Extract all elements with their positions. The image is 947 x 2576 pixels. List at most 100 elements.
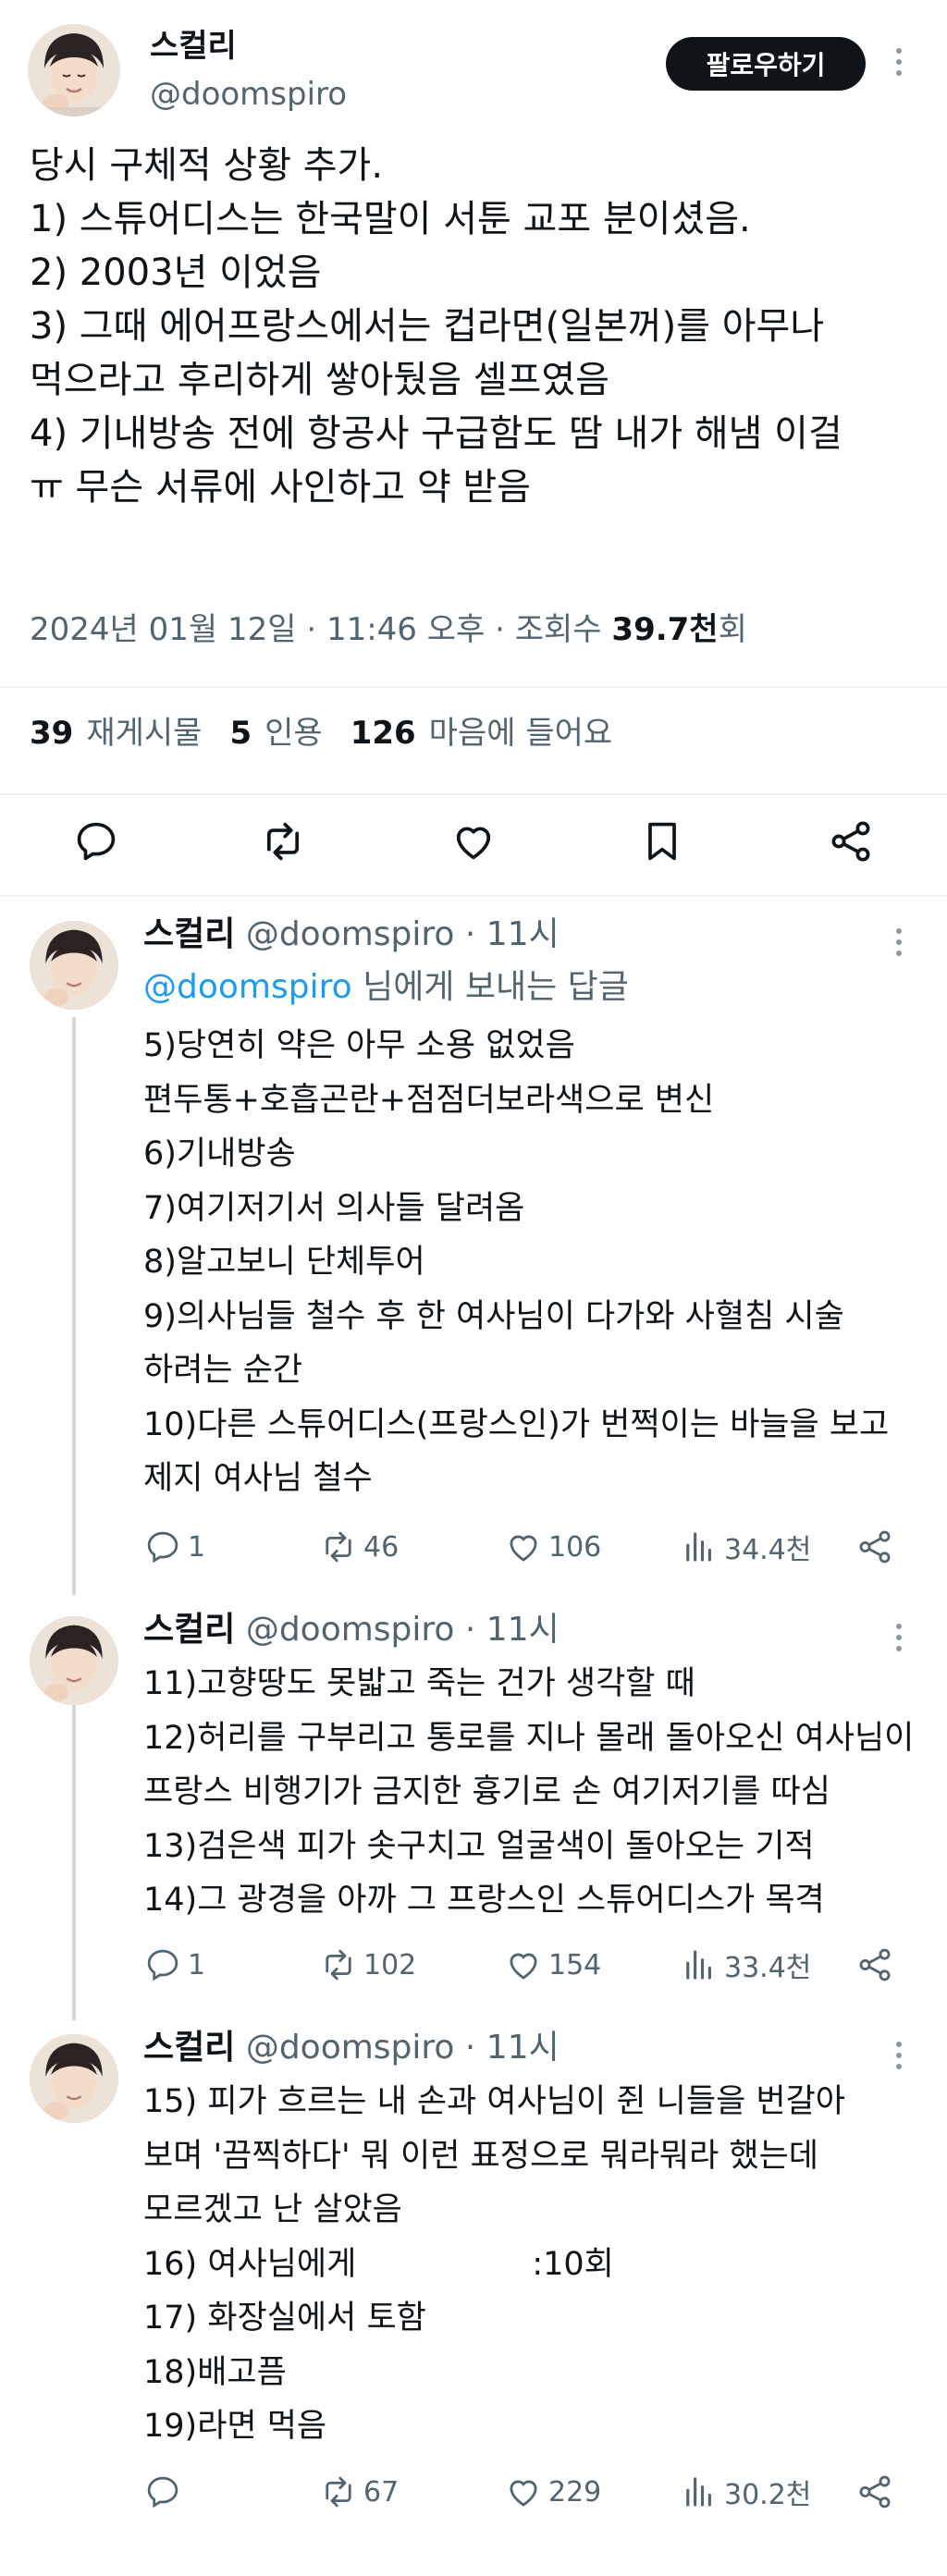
reply-action-bar: 1 46 106 34.4천 [143,1519,920,1575]
tweet-time[interactable]: 11:46 오후 [326,611,485,648]
reply-button[interactable]: 1 [143,1937,205,1993]
reply-time[interactable]: · 11시 [454,1611,560,1649]
reply-time[interactable]: · 11시 [454,2029,560,2067]
reply-time[interactable]: · 11시 [454,915,560,953]
quotes-label[interactable]: 인용 [264,715,323,752]
views-chart-icon [686,1532,711,1562]
reply-header: 스컬리 @doomspiro · 11시 [143,1607,560,1653]
tweet-date[interactable]: 2024년 01월 12일 [30,611,297,648]
like-count: 229 [548,2475,602,2509]
views-label: 조회수 [514,611,612,648]
quotes-count[interactable]: 5 [229,715,252,752]
tweet-text-line: 당시 구체적 상황 추가. [30,144,384,187]
avatar-face-icon [30,921,118,1010]
avatar-face-icon [30,1616,118,1705]
reply-count: 1 [188,1948,206,1981]
divider [0,895,947,897]
like-count: 154 [548,1948,602,1981]
reposts-label[interactable]: 재게시물 [86,715,202,752]
like-button[interactable]: 106 [504,1519,601,1575]
bookmark-icon[interactable] [638,817,686,865]
repost-count: 102 [363,1948,417,1981]
reposts-count[interactable]: 39 [30,715,73,752]
views-button[interactable]: 34.4천 [680,1519,811,1575]
more-options-icon[interactable] [895,2042,903,2075]
repost-button[interactable]: 67 [319,2464,399,2520]
repost-count: 67 [363,2475,400,2509]
views-chart-icon [686,1950,711,1980]
author-avatar[interactable] [28,24,120,117]
tweet-text-line: 1) 스튜어디스는 한국말이 서툰 교포 분이셨음. [30,198,751,240]
reply-text-line: 17) 화장실에서 토함 [143,2300,426,2337]
views-suffix: 회 [718,611,747,648]
like-button[interactable]: 229 [504,2464,601,2520]
like-icon [510,2480,537,2507]
reply-text-line: 8)알고보니 단체투어 [143,1244,425,1281]
reply-author-name[interactable]: 스컬리 [143,2029,235,2067]
reply-avatar[interactable] [30,2034,118,2123]
likes-label[interactable]: 마음에 들어요 [429,715,613,752]
share-button[interactable] [855,1519,900,1575]
reply-text-line: 11)고향땅도 못밟고 죽는 건가 생각할 때 [143,1665,695,1702]
share-icon [859,1948,891,1981]
views-button[interactable]: 33.4천 [680,1937,811,1993]
reply-text-line: 편두통+호흡곤란+점점더보라색으로 변신 [143,1081,715,1119]
more-options-icon[interactable] [895,1624,903,1657]
divider [0,793,947,795]
avatar-face-icon [28,24,120,117]
reply-author-handle[interactable]: @doomspiro [246,1611,455,1649]
tweet-meta: 2024년 01월 12일 · 11:46 오후 · 조회수 39.7천회 [30,604,747,656]
avatar-face-icon [30,2034,118,2123]
reply-text-line: 프랑스 비행기가 금지한 흉기로 손 여기저기를 따심 [143,1773,830,1810]
repost-icon[interactable] [259,817,307,865]
view-count: 34.4천 [724,1534,812,1566]
engagement-stats: 39 재게시물 5 인용 126 마음에 들어요 [30,707,612,759]
reply-button[interactable]: 1 [143,1519,205,1575]
more-options-icon[interactable] [895,48,903,81]
reply-text-line: 9)의사님들 철수 후 한 여사님이 다가와 사혈침 시술 [143,1297,844,1335]
repost-button[interactable]: 102 [319,1937,416,1993]
reply-text-line: 제지 여사님 철수 [143,1460,373,1497]
reply-icon[interactable] [72,817,120,865]
tweet-text-line: 2) 2003년 이었음 [30,251,322,294]
views-button[interactable]: 30.2천 [680,2464,811,2520]
reply-text-line: 12)허리를 구부리고 통로를 지나 몰래 돌아오신 여사님이 [143,1719,915,1757]
share-button[interactable] [855,2464,900,2520]
tweet-thread-page: 스컬리 @doomspiro 팔로우하기 당시 구체적 상황 추가. 1) 스튜… [0,0,947,2576]
reply-avatar[interactable] [30,921,118,1010]
thread-connector-line [72,1660,76,2020]
like-button[interactable]: 154 [504,1937,601,1993]
like-icon [510,1953,537,1980]
reply-author-handle[interactable]: @doomspiro [246,915,455,953]
reply-avatar[interactable] [30,1616,118,1705]
author-handle[interactable]: @doomspiro [150,74,347,115]
reply-text: 15) 피가 흐르는 내 손과 여사님이 쥔 니들을 번갈아 보며 '끔찍하다'… [143,2075,929,2454]
likes-count[interactable]: 126 [351,715,416,752]
reply-button[interactable] [143,2464,188,2520]
reply-icon [147,1949,178,1981]
author-name[interactable]: 스컬리 [150,26,237,67]
reply-to-mention[interactable]: @doomspiro [143,968,352,1006]
reply-text-line: 모르겠고 난 살았음 [143,2191,402,2228]
view-count: 30.2천 [724,2479,812,2511]
reply-action-bar: 67 229 30.2천 [143,2464,920,2520]
follow-button[interactable]: 팔로우하기 [666,37,866,91]
reply-text-line-16: 16) 여사님에게:10회 [143,2238,929,2292]
reply-icon [147,1531,178,1564]
tweet-text-line: ㅠ 무슨 서류에 사인하고 약 받음 [30,466,531,509]
share-icon[interactable] [827,817,875,865]
like-icon [510,1535,537,1562]
reply-to-label: 님에게 보내는 답글 [351,968,629,1006]
reply-author-name[interactable]: 스컬리 [143,1611,235,1649]
reply-author-handle[interactable]: @doomspiro [246,2029,455,2067]
meta-separator: · [485,611,515,648]
more-options-icon[interactable] [895,928,903,962]
reply-text-line: 14)그 광경을 아까 그 프랑스인 스튜어디스가 목격 [143,1882,825,1919]
repost-icon [326,2476,351,2508]
like-icon[interactable] [449,817,498,865]
repost-icon [326,1531,351,1563]
repost-button[interactable]: 46 [319,1519,399,1575]
share-button[interactable] [855,1937,900,1993]
thread-connector-line [72,1017,76,1595]
reply-author-name[interactable]: 스컬리 [143,915,235,953]
